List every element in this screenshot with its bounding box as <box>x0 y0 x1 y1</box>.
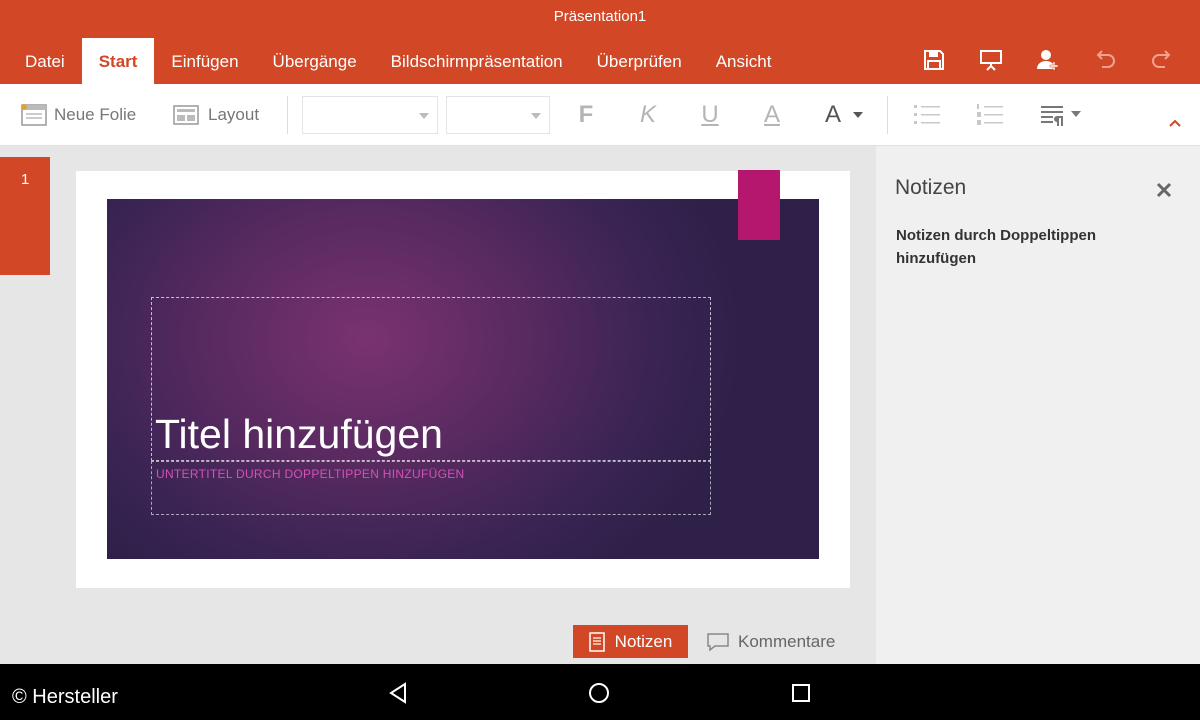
slide-number: 1 <box>21 171 30 188</box>
paragraph-icon <box>1041 106 1081 126</box>
title-bar-actions <box>905 44 1190 76</box>
recents-icon <box>792 684 810 702</box>
close-icon <box>1156 182 1172 198</box>
bullet-list-icon <box>914 105 940 124</box>
font-color-button[interactable]: A <box>822 96 844 134</box>
system-nav-bar: © Hersteller <box>0 664 1200 720</box>
new-slide-icon <box>20 103 48 127</box>
subtitle-placeholder-text: UNTERTITEL DURCH DOPPELTIPPEN HINZUFÜGEN <box>156 467 465 481</box>
tab-einfuegen[interactable]: Einfügen <box>154 38 255 84</box>
comments-button[interactable]: Kommentare <box>706 625 851 658</box>
bold-button[interactable]: F <box>566 96 606 134</box>
numbered-list-button[interactable] <box>970 96 1010 134</box>
numbered-list-icon <box>977 104 1003 125</box>
bullet-list-button[interactable] <box>907 96 947 134</box>
image-credit: © Hersteller <box>12 686 118 708</box>
layout-icon <box>172 104 200 126</box>
slide-thumbnail[interactable]: 1 <box>0 157 50 275</box>
ribbon-separator <box>287 96 288 134</box>
back-icon <box>389 682 406 704</box>
italic-button[interactable]: K <box>628 96 668 134</box>
notes-pane-title: Notizen <box>895 176 967 199</box>
tab-ueberpruefen[interactable]: Überprüfen <box>580 38 699 84</box>
font-color-dropdown[interactable] <box>846 96 870 134</box>
chevron-down-icon <box>531 113 541 119</box>
document-title: Präsentation1 <box>553 8 647 25</box>
font-size-select[interactable] <box>446 96 550 134</box>
present-icon[interactable] <box>962 44 1019 76</box>
slide-thumbnails: 1 <box>0 146 56 664</box>
ribbon-separator <box>887 96 888 134</box>
ribbon-toolbar: Neue Folie Layout F K U A A <box>0 84 1200 146</box>
font-name-select[interactable] <box>302 96 438 134</box>
undo-icon[interactable] <box>1076 44 1133 76</box>
save-icon[interactable] <box>905 44 962 76</box>
notes-input[interactable]: Notizen durch Doppeltippen hinzufügen <box>896 224 1166 270</box>
notes-icon <box>588 631 605 652</box>
paragraph-button[interactable] <box>1036 96 1086 134</box>
chevron-down-icon <box>419 113 429 119</box>
slide-accent-bar <box>738 170 780 240</box>
ribbon-tabs: Datei Start Einfügen Übergänge Bildschir… <box>8 38 788 84</box>
tab-bildschirmpraesentation[interactable]: Bildschirmpräsentation <box>374 38 580 84</box>
slide-canvas[interactable]: Titel hinzufügen UNTERTITEL DURCH DOPPEL… <box>76 171 850 588</box>
highlight-button[interactable]: A <box>752 96 792 134</box>
tab-ansicht[interactable]: Ansicht <box>699 38 789 84</box>
layout-button[interactable]: Layout <box>172 84 259 146</box>
underline-button[interactable]: U <box>690 96 730 134</box>
layout-label: Layout <box>208 105 260 124</box>
tab-uebergaenge[interactable]: Übergänge <box>256 38 374 84</box>
back-button[interactable] <box>383 678 413 708</box>
slide[interactable]: Titel hinzufügen UNTERTITEL DURCH DOPPEL… <box>107 199 819 559</box>
comments-button-label: Kommentare <box>738 631 836 651</box>
new-slide-button[interactable]: Neue Folie <box>20 84 136 146</box>
title-placeholder-text: Titel hinzufügen <box>155 411 443 457</box>
notes-pane: Notizen Notizen durch Doppeltippen hinzu… <box>876 146 1200 664</box>
tab-datei[interactable]: Datei <box>8 38 82 84</box>
home-button[interactable] <box>584 678 614 708</box>
recents-button[interactable] <box>786 678 816 708</box>
notes-button[interactable]: Notizen <box>573 625 688 658</box>
tab-start[interactable]: Start <box>81 38 155 84</box>
chevron-down-icon <box>853 112 863 118</box>
redo-icon[interactable] <box>1133 44 1190 76</box>
new-slide-label: Neue Folie <box>54 105 137 124</box>
title-bar: Präsentation1 Datei Start Einfügen Überg… <box>0 0 1200 84</box>
collapse-ribbon-button[interactable] <box>1160 104 1190 142</box>
notes-button-label: Notizen <box>614 631 673 651</box>
comment-icon <box>707 632 729 652</box>
close-notes-button[interactable] <box>1150 176 1178 204</box>
chevron-up-icon <box>1169 119 1181 127</box>
share-icon[interactable] <box>1019 44 1076 76</box>
home-icon <box>589 683 609 703</box>
